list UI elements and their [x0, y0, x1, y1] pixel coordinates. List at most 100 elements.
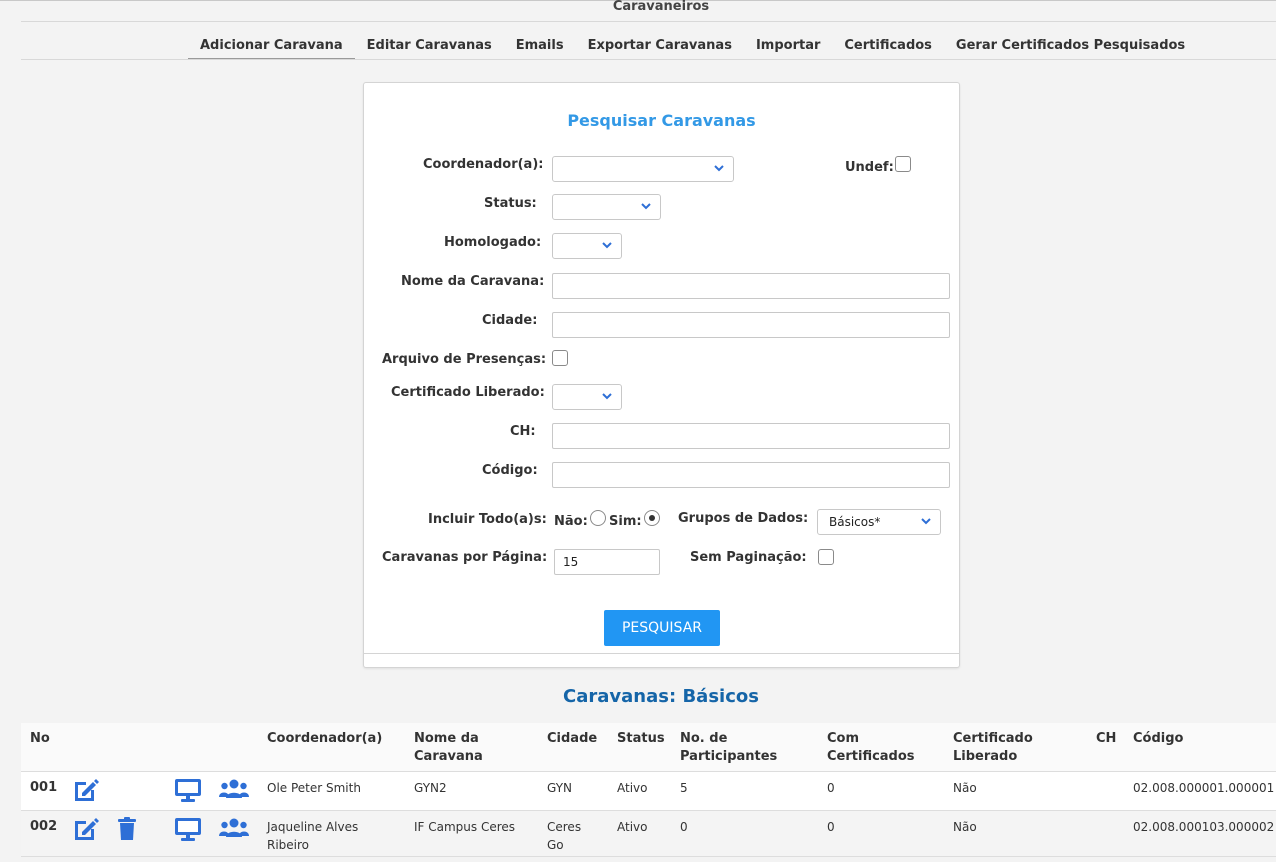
col-certificado-liberado: Certificado Liberado: [953, 730, 1033, 766]
nao-radio[interactable]: [590, 510, 606, 526]
row-coordenador: Ole Peter Smith: [267, 779, 361, 797]
row-cidade: GYN: [547, 779, 572, 797]
row-com-certificados: 0: [827, 781, 835, 795]
results-table: No Coordenador(a) Nome da Caravana Cidad…: [21, 723, 1276, 857]
pesquisar-button[interactable]: PESQUISAR: [604, 610, 720, 646]
row-cidade-line2: Go: [547, 838, 564, 852]
coordenador-label: Coordenador(a):: [423, 157, 544, 172]
nao-label: Não:: [554, 514, 588, 529]
sim-label: Sim:: [609, 514, 642, 529]
tab-emails[interactable]: Emails: [504, 31, 576, 59]
chevron-down-icon: [921, 518, 931, 525]
edit-icon[interactable]: [72, 816, 100, 842]
undef-label: Undef:: [845, 160, 894, 175]
col-participantes-line1: No. de: [680, 731, 728, 746]
caravanas-por-pagina-input[interactable]: [554, 549, 660, 575]
col-status: Status: [617, 731, 665, 746]
monitor-icon[interactable]: [173, 816, 203, 842]
tab-adicionar-caravana[interactable]: Adicionar Caravana: [188, 31, 355, 59]
arquivo-presencas-checkbox[interactable]: [552, 350, 568, 366]
col-certificado-liberado-line1: Certificado: [953, 731, 1033, 746]
table-header: No Coordenador(a) Nome da Caravana Cidad…: [21, 723, 1276, 772]
chevron-down-icon: [602, 242, 612, 249]
tabs-divider: [21, 59, 1276, 60]
sem-paginacao-checkbox[interactable]: [818, 549, 834, 565]
tab-importar[interactable]: Importar: [744, 31, 832, 59]
row-codigo: 02.008.000001.000001: [1133, 781, 1275, 795]
sem-paginacao-label: Sem Paginação:: [690, 550, 807, 565]
col-nome-line2: Caravana: [414, 749, 483, 764]
col-nome-caravana: Nome da Caravana: [414, 730, 483, 766]
row-codigo: 02.008.000103.000002: [1133, 820, 1275, 834]
ch-input[interactable]: [552, 423, 950, 449]
edit-icon[interactable]: [72, 777, 100, 803]
col-no: No: [30, 731, 50, 746]
certificado-liberado-label: Certificado Liberado:: [391, 385, 545, 400]
col-coordenador: Coordenador(a): [267, 731, 383, 746]
chevron-down-icon: [714, 165, 724, 172]
search-panel: Pesquisar Caravanas Coordenador(a): Unde…: [363, 82, 960, 668]
row-nome: IF Campus Ceres: [414, 820, 516, 834]
row-participantes: 0: [680, 820, 688, 834]
certificado-liberado-select[interactable]: [552, 384, 622, 410]
codigo-label: Código:: [482, 463, 538, 478]
row-participantes: 5: [680, 781, 688, 795]
row-no: 001: [30, 780, 58, 795]
row-status: Ativo: [617, 820, 648, 834]
cidade-label: Cidade:: [482, 313, 538, 328]
col-com-certificados: Com Certificados: [827, 730, 915, 766]
sim-radio[interactable]: [644, 510, 660, 526]
nome-caravana-input[interactable]: [552, 273, 950, 299]
table-row: 001 Ole Peter Smith GYN2 GYN Ativo 5 0 N…: [21, 772, 1276, 811]
ch-label: CH:: [510, 424, 536, 439]
status-select[interactable]: [552, 194, 661, 220]
panel-divider: [364, 653, 959, 654]
col-cidade: Cidade: [547, 731, 598, 746]
row-coordenador-line1: Jaqueline Alves: [267, 820, 359, 834]
cidade-input[interactable]: [552, 312, 950, 338]
tab-gerar-certificados-pesquisados[interactable]: Gerar Certificados Pesquisados: [944, 31, 1197, 59]
chevron-down-icon: [641, 203, 651, 210]
col-certificado-liberado-line2: Liberado: [953, 749, 1018, 764]
col-codigo: Código: [1133, 731, 1184, 746]
users-icon[interactable]: [218, 816, 250, 842]
homologado-select[interactable]: [552, 233, 622, 259]
col-participantes: No. de Participantes: [680, 730, 777, 766]
col-participantes-line2: Participantes: [680, 749, 778, 764]
page-title: Caravaneiros: [612, 0, 710, 14]
nome-caravana-label: Nome da Caravana:: [401, 274, 545, 289]
col-com-certificados-line2: Certificados: [827, 749, 915, 764]
row-coordenador-line1: Ole Peter Smith: [267, 781, 361, 795]
grupos-dados-select[interactable]: Básicos*: [817, 509, 941, 535]
row-coordenador: Jaqueline Alves Ribeiro: [267, 818, 358, 854]
tab-exportar-caravanas[interactable]: Exportar Caravanas: [576, 31, 744, 59]
col-nome-line1: Nome da: [414, 731, 479, 746]
row-cidade-line1: GYN: [547, 781, 573, 795]
row-status: Ativo: [617, 781, 648, 795]
col-ch: CH: [1096, 731, 1117, 746]
main-tabs: Adicionar Caravana Editar Caravanas Emai…: [188, 31, 1197, 59]
users-icon[interactable]: [218, 777, 250, 803]
row-cidade: Ceres Go: [547, 818, 581, 854]
monitor-icon[interactable]: [173, 777, 203, 803]
tab-editar-caravanas[interactable]: Editar Caravanas: [355, 31, 504, 59]
title-divider: [21, 21, 1276, 22]
grupos-dados-select-value: Básicos*: [829, 515, 881, 529]
row-cidade-line1: Ceres: [547, 820, 582, 834]
tab-certificados[interactable]: Certificados: [832, 31, 944, 59]
results-title: Caravanas: Básicos: [563, 686, 759, 707]
status-label: Status:: [484, 196, 537, 211]
chevron-down-icon: [602, 393, 612, 400]
search-panel-title: Pesquisar Caravanas: [567, 111, 756, 130]
codigo-input[interactable]: [552, 462, 950, 488]
trash-icon[interactable]: [116, 816, 138, 842]
row-no: 002: [30, 819, 58, 834]
row-com-certificados: 0: [827, 820, 835, 834]
coordenador-select[interactable]: [552, 156, 734, 182]
row-nome: GYN2: [414, 781, 447, 795]
homologado-label: Homologado:: [444, 235, 542, 250]
grupos-dados-label: Grupos de Dados:: [678, 511, 809, 526]
row-certificado-liberado: Não: [953, 820, 977, 834]
caravanas-por-pagina-label: Caravanas por Página:: [382, 550, 548, 565]
undef-checkbox[interactable]: [895, 156, 911, 172]
